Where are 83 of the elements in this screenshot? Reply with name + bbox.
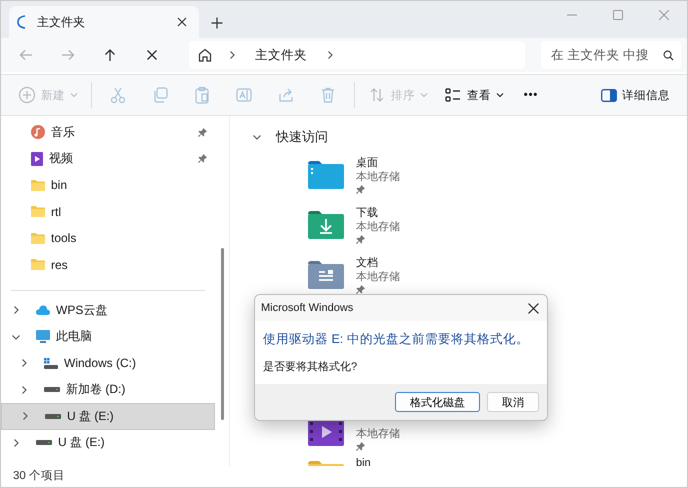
item-name: bin [356, 457, 371, 466]
documents-folder-icon [308, 261, 344, 289]
chevron-icon[interactable] [227, 50, 237, 60]
pin-icon [356, 285, 365, 294]
folder-tile[interactable]: bin [252, 457, 687, 466]
chevron-icon[interactable] [20, 411, 30, 422]
chevron-icon[interactable] [11, 305, 21, 316]
item-location: 本地存储 [356, 221, 400, 234]
item-location: 本地存储 [356, 428, 400, 441]
section-title: 快速访问 [276, 128, 328, 146]
folder-icon [31, 232, 45, 244]
pin-icon [356, 185, 365, 194]
music-icon [31, 125, 45, 140]
folder-icon [31, 259, 45, 270]
pin-icon [356, 442, 365, 451]
rename-icon [235, 86, 253, 104]
sort-icon [368, 86, 386, 104]
view-button[interactable]: 查看 [437, 80, 511, 110]
details-button[interactable]: 详细信息 [594, 80, 677, 110]
pin-icon[interactable] [198, 128, 207, 137]
close-icon[interactable] [528, 302, 539, 314]
chevron-icon[interactable] [19, 358, 29, 368]
item-count: 30 个项目 [13, 468, 65, 483]
chevron-icon[interactable] [252, 132, 262, 142]
drive-icon [36, 440, 52, 446]
item-name: 下载 [356, 207, 379, 220]
cloud-icon [36, 305, 50, 316]
item-name: 桌面 [356, 157, 379, 170]
sidebar-item[interactable]: rtl [1, 198, 211, 225]
tree-item[interactable]: Windows (C:) [1, 350, 215, 376]
sidebar-item[interactable]: bin [1, 172, 211, 198]
drive-icon [44, 358, 58, 369]
home-icon[interactable] [197, 47, 213, 63]
dialog-button[interactable]: 取消 [487, 392, 539, 412]
folder-tile[interactable]: 桌面 本地存储 [252, 157, 687, 207]
chevron-icon[interactable] [325, 50, 335, 60]
dialog-heading: 使用驱动器 E: 中的光盘之前需要将其格式化。 [263, 331, 530, 348]
folder-tile[interactable]: 下载 本地存储 [252, 207, 687, 257]
list-view-icon [444, 86, 462, 104]
tree-item[interactable]: WPS云盘 [1, 297, 215, 324]
pin-icon [356, 235, 365, 244]
computer-icon [36, 330, 50, 344]
tree-item[interactable]: 此电脑 [1, 324, 215, 350]
tab[interactable]: 主文件夹 [9, 6, 199, 38]
tree-item[interactable]: U 盘 (E:) [1, 430, 215, 456]
chevron-icon[interactable] [19, 384, 29, 395]
clipboard-icon [193, 86, 211, 104]
item-name: 文档 [356, 257, 379, 270]
scrollbar-thumb[interactable] [220, 248, 224, 420]
plus-circle-icon [18, 86, 36, 104]
scissors-icon [109, 86, 127, 104]
sidebar-item[interactable]: res [1, 252, 211, 278]
dialog-message: 是否要将其格式化? [263, 360, 358, 374]
caret-icon [70, 91, 78, 99]
drive-icon [45, 414, 61, 419]
chevron-icon[interactable] [11, 438, 21, 448]
desktop-folder-icon [308, 161, 344, 189]
pin-icon[interactable] [198, 154, 207, 164]
sidebar-item[interactable]: 音乐 [1, 119, 211, 146]
dialog-button[interactable]: 格式化磁盘 [395, 392, 480, 412]
folder-icon [31, 206, 45, 218]
caret-icon [496, 91, 504, 99]
more-button[interactable]: ••• [513, 80, 549, 110]
tree-item[interactable]: U 盘 (E:) [1, 403, 215, 430]
folder-icon [31, 180, 45, 191]
sidebar-item[interactable]: 视频 [1, 146, 211, 172]
sidebar-item[interactable]: tools [1, 225, 211, 252]
close-icon[interactable] [177, 17, 187, 27]
details-pane-icon [601, 88, 617, 102]
breadcrumb[interactable]: 主文件夹 [251, 44, 311, 66]
item-location: 本地存储 [356, 171, 400, 184]
dialog-title: Microsoft Windows [261, 302, 354, 314]
video-icon [31, 152, 43, 166]
download-folder-icon [308, 211, 344, 239]
drive-icon [44, 387, 60, 392]
trash-icon [319, 86, 337, 104]
caret-icon [420, 91, 428, 99]
tree-item[interactable]: 新加卷 (D:) [1, 376, 215, 403]
search-icon [663, 50, 674, 61]
item-location: 本地存储 [356, 271, 400, 284]
plus-icon[interactable] [211, 17, 223, 29]
address-bar[interactable]: 主文件夹 [189, 41, 525, 69]
share-icon [277, 86, 295, 104]
